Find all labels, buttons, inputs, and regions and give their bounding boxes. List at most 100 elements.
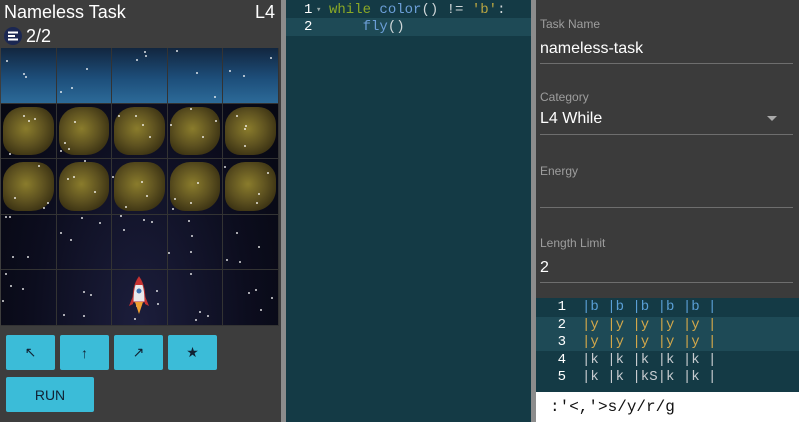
star-decoration: [72, 176, 75, 179]
board-cell-space: [56, 214, 113, 271]
star-decoration: [145, 55, 148, 57]
board-cell-asteroid: [167, 103, 224, 160]
board-cell-asteroid: [112, 159, 168, 215]
task-name-underline: [540, 63, 793, 64]
board-cell-asteroid: [1, 159, 57, 215]
code-editor[interactable]: 1 ▾ while color() != 'b': 2 fly(): [286, 0, 531, 422]
grid-source-line[interactable]: 2 |y |y |y |y |y |: [536, 316, 799, 334]
star-decoration: [98, 221, 101, 224]
line-number: 2: [304, 19, 313, 35]
star-decoration: [10, 285, 12, 288]
star-decoration: [66, 178, 69, 181]
energy-count: 2/2: [26, 25, 52, 46]
star-decoration: [143, 218, 146, 221]
board-cell-rocket: [112, 270, 168, 326]
star-decoration: [255, 289, 258, 292]
board-cell-sky: [112, 48, 168, 104]
energy-icon: [4, 27, 22, 45]
task-title: Nameless Task: [4, 2, 126, 22]
grid-source-line[interactable]: 3 |y |y |y |y |y |: [536, 334, 799, 351]
star-decoration: [167, 251, 170, 254]
task-name-input[interactable]: nameless-task: [540, 40, 643, 58]
board-cell-space: [1, 214, 57, 271]
line-number: 2: [557, 316, 566, 333]
star-decoration: [2, 300, 4, 303]
board-cell-sky: [1, 48, 57, 104]
star-decoration: [198, 311, 201, 314]
star-decoration: [149, 135, 152, 138]
star-decoration: [85, 68, 88, 70]
board-cell-asteroid: [223, 159, 279, 215]
category-underline: [540, 134, 793, 135]
forward-button[interactable]: ↑: [60, 335, 109, 370]
turn-left-button[interactable]: ↖: [6, 335, 55, 370]
board-cell-asteroid: [56, 103, 113, 160]
line-number: 4: [557, 351, 566, 368]
star-decoration: [271, 297, 274, 300]
grid-source-line[interactable]: 1 |b |b |b |b |b |: [536, 299, 799, 316]
star-decoration: [157, 303, 160, 306]
star-decoration: [194, 319, 197, 322]
category-label: Category: [540, 90, 589, 104]
star-decoration: [123, 228, 126, 231]
grid-source-editor[interactable]: 1 |b |b |b |b |b | 2 |y |y |y |y |y | 3 |y |y…: [536, 298, 799, 392]
code-line[interactable]: 2 fly(): [286, 18, 531, 36]
star-decoration: [135, 114, 138, 117]
star-decoration: [189, 273, 192, 276]
board-cell-space: [56, 270, 113, 326]
editor-gutter: [286, 0, 324, 422]
asteroid-icon: [114, 162, 165, 211]
asteroid-icon: [169, 106, 221, 156]
star-decoration: [118, 114, 121, 117]
line-number: 3: [557, 334, 566, 350]
turn-right-button[interactable]: ↗: [114, 335, 163, 370]
board-cell-asteroid: [223, 103, 279, 160]
board-cell-space: [223, 270, 279, 326]
star-decoration: [243, 75, 246, 77]
chevron-down-icon[interactable]: [767, 116, 777, 121]
asteroid-icon: [3, 106, 54, 156]
line-number: 1: [557, 299, 566, 315]
grid-row-text: |k |k |k |k |k |: [582, 351, 717, 368]
star-decoration: [226, 258, 229, 261]
star-decoration: [195, 72, 198, 74]
star-decoration: [83, 160, 86, 163]
star-decoration: [6, 60, 8, 62]
star-decoration: [187, 219, 190, 222]
star-decoration: [120, 214, 123, 217]
board-cell-space: [223, 214, 279, 271]
star-decoration: [258, 245, 261, 248]
star-decoration: [59, 149, 62, 152]
grid-source-line[interactable]: 4 |k |k |k |k |k |: [536, 352, 799, 369]
star-decoration: [248, 292, 251, 295]
star-decoration: [206, 315, 209, 318]
star-decoration: [171, 208, 174, 211]
length-limit-input[interactable]: 2: [540, 259, 549, 277]
code-line[interactable]: 1 ▾ while color() != 'b':: [286, 1, 531, 19]
board-cell-sky: [167, 48, 224, 104]
star-decoration: [9, 215, 11, 218]
star-decoration: [82, 315, 85, 318]
board-cell-sky: [56, 48, 113, 104]
asteroid-icon: [3, 162, 54, 211]
board-cell-space: [1, 270, 57, 326]
shoot-button[interactable]: ★: [168, 335, 217, 370]
fold-icon[interactable]: ▾: [316, 1, 321, 19]
star-decoration: [239, 260, 242, 263]
grid-row-text: |k |k |kS|k |k |: [582, 369, 717, 385]
star-decoration: [142, 123, 145, 126]
asteroid-icon: [225, 106, 276, 156]
energy-underline: [540, 207, 793, 208]
board-cell-asteroid: [167, 159, 224, 215]
category-select[interactable]: L4 While: [540, 110, 602, 128]
star-decoration: [63, 141, 66, 144]
star-decoration: [144, 51, 147, 53]
star-decoration: [27, 255, 29, 258]
star-decoration: [9, 152, 11, 155]
star-decoration: [236, 231, 239, 234]
star-decoration: [5, 215, 7, 218]
command-line[interactable]: :'<,'>s/y/r/g: [536, 392, 799, 422]
game-panel: Nameless Task L4 2/2 ↖ ↑ ↗ ★ RUN: [0, 0, 281, 422]
run-button[interactable]: RUN: [6, 377, 94, 412]
grid-source-line[interactable]: 5 |k |k |kS|k |k |: [536, 369, 799, 386]
